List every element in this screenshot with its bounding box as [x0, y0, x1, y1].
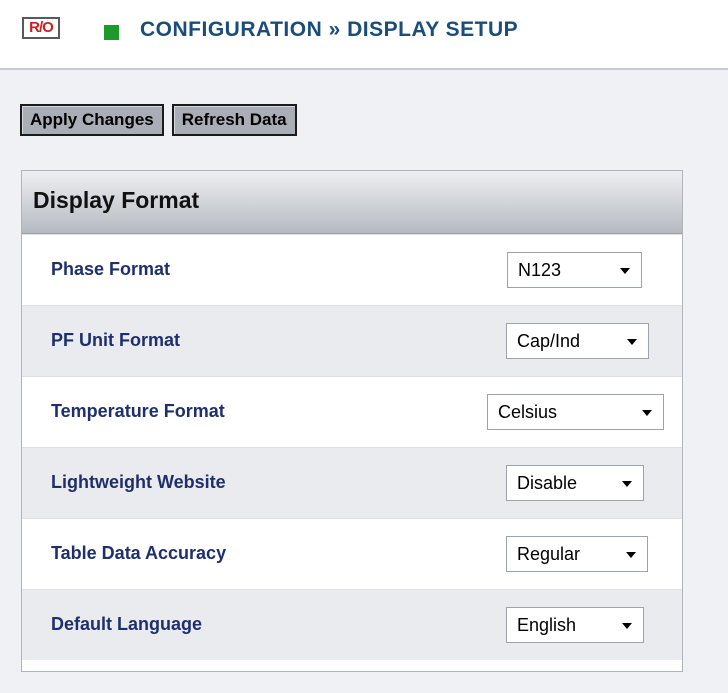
setting-label: Temperature Format	[51, 401, 225, 421]
dropdown-arrow-icon	[642, 410, 652, 416]
lightweight-website-select[interactable]: Disable	[506, 465, 644, 501]
toolbar: Apply Changes Refresh Data	[20, 104, 305, 136]
dropdown-arrow-icon	[626, 552, 636, 558]
select-value: Regular	[517, 544, 581, 564]
setting-row-temperature-format: Temperature Format Celsius	[22, 376, 682, 447]
read-only-badge: R/O	[22, 17, 60, 39]
pf-unit-format-select[interactable]: Cap/Ind	[506, 323, 649, 359]
select-value: N123	[518, 260, 562, 280]
apply-changes-button[interactable]: Apply Changes	[20, 104, 164, 136]
setting-label: Lightweight Website	[51, 472, 226, 492]
setting-row-pf-unit-format: PF Unit Format Cap/Ind	[22, 305, 682, 376]
default-language-select[interactable]: English	[506, 607, 644, 643]
table-data-accuracy-select[interactable]: Regular	[506, 536, 648, 572]
setting-label: PF Unit Format	[51, 330, 180, 350]
select-value: Cap/Ind	[517, 331, 581, 351]
temperature-format-select[interactable]: Celsius	[487, 394, 664, 430]
panel-title: Display Format	[33, 187, 200, 213]
display-format-panel: Display Format Phase Format N123 PF Unit…	[21, 170, 683, 672]
dropdown-arrow-icon	[627, 339, 637, 345]
phase-format-select[interactable]: N123	[507, 252, 642, 288]
refresh-data-button[interactable]: Refresh Data	[171, 104, 297, 136]
setting-row-table-data-accuracy: Table Data Accuracy Regular	[22, 518, 682, 589]
select-value: Disable	[517, 473, 578, 493]
setting-label: Default Language	[51, 614, 203, 634]
dropdown-arrow-icon	[622, 623, 632, 629]
select-value: Celsius	[498, 402, 558, 422]
panel-header: Display Format	[22, 171, 682, 234]
setting-row-default-language: Default Language English	[22, 589, 682, 660]
dropdown-arrow-icon	[620, 268, 630, 274]
setting-label: Phase Format	[51, 259, 171, 279]
setting-row-lightweight-website: Lightweight Website Disable	[22, 447, 682, 518]
page-title: CONFIGURATION » DISPLAY SETUP	[140, 18, 519, 41]
dropdown-arrow-icon	[622, 481, 632, 487]
setting-row-phase-format: Phase Format N123	[22, 234, 682, 305]
select-value: English	[517, 615, 577, 635]
setting-label: Table Data Accuracy	[51, 543, 227, 563]
page-header: R/O CONFIGURATION » DISPLAY SETUP	[0, 0, 728, 70]
status-indicator-icon	[104, 25, 119, 40]
